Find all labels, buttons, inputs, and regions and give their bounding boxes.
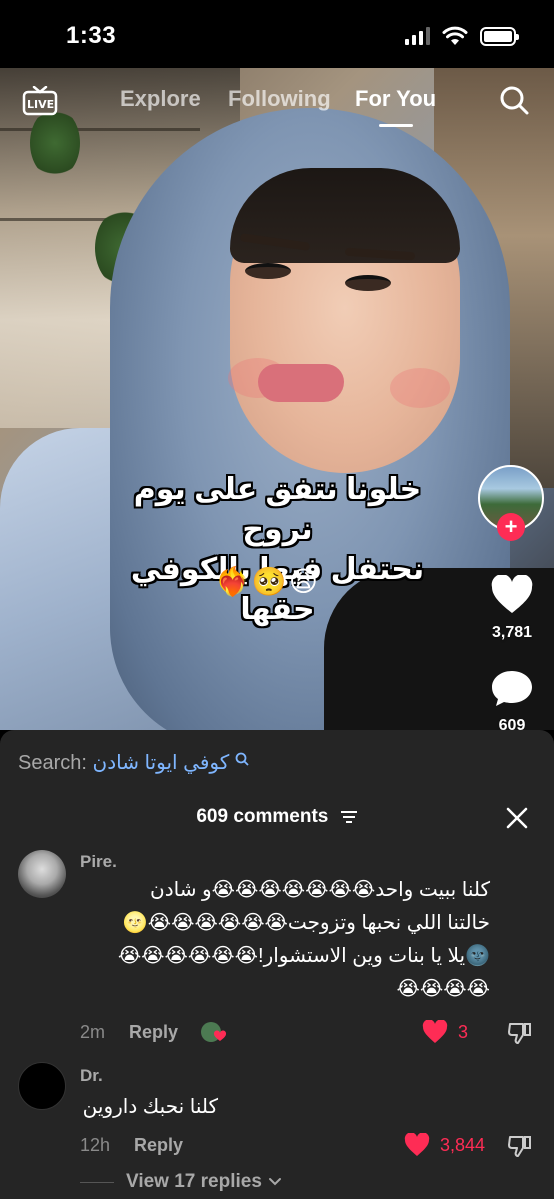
comment-like-button[interactable]: 3,844	[404, 1133, 485, 1157]
comment-line: 🌚يلا يا بنات وين الاستشوار!😭😭😭😭😭😭	[117, 945, 490, 967]
like-button[interactable]: 3,781	[484, 574, 540, 642]
comment-button[interactable]: 609	[484, 668, 540, 735]
cellular-signal-icon	[405, 27, 430, 45]
view-replies-button[interactable]: View 17 replies	[126, 1171, 282, 1193]
reply-button[interactable]: Reply	[134, 1135, 183, 1156]
caption-line-1: خلونا نتفق على يوم نروح	[133, 473, 422, 546]
creator-liked-avatar	[200, 1021, 228, 1043]
lips	[258, 364, 344, 402]
comment-line: كلنا ببيت واحد😭😭😭😭😭😭😭و شادن	[150, 879, 490, 901]
comment-line: 😭😭😭😭	[396, 978, 490, 1000]
cheek-right	[390, 368, 450, 408]
search-label: Search:	[18, 752, 87, 774]
tab-explore[interactable]: Explore	[120, 86, 201, 112]
view-replies-label: View 17 replies	[126, 1171, 262, 1192]
video-player[interactable]	[0, 68, 554, 730]
comment-like-count: 3,844	[440, 1134, 486, 1155]
comment-like-button[interactable]: 3	[422, 1020, 468, 1044]
close-icon[interactable]	[503, 804, 531, 832]
active-tab-indicator	[379, 124, 413, 127]
comment-time: 2m	[80, 1021, 106, 1042]
reply-button[interactable]: Reply	[129, 1022, 178, 1043]
dislike-icon[interactable]	[507, 1020, 533, 1046]
search-suggestion[interactable]: Search: كوفي ايوتا شادن	[18, 750, 249, 775]
comment-time: 12h	[80, 1135, 111, 1155]
commenter-avatar[interactable]	[18, 1062, 66, 1110]
comment-like-count: 3	[458, 1021, 469, 1042]
comment-username[interactable]: Pire.	[80, 852, 117, 872]
status-bar: 1:33	[0, 0, 554, 68]
filter-icon[interactable]	[340, 810, 358, 824]
eye-right	[345, 275, 391, 291]
heart-icon	[491, 574, 533, 613]
status-time: 1:33	[66, 22, 117, 49]
commenter-avatar[interactable]	[18, 850, 66, 898]
comment-line: كلنا نحبك داروين	[82, 1096, 218, 1118]
eye-left	[245, 263, 291, 279]
creator-avatar[interactable]: +	[478, 465, 544, 541]
comment-meta: 2m Reply	[80, 1021, 228, 1043]
comment-username[interactable]: Dr.	[80, 1066, 103, 1086]
replies-divider	[80, 1182, 114, 1183]
tab-following[interactable]: Following	[228, 86, 331, 112]
comment-bubble-icon	[492, 671, 532, 706]
battery-icon	[480, 26, 519, 46]
search-term: كوفي ايوتا شادن	[92, 752, 230, 774]
comments-header: 609 comments	[0, 806, 554, 828]
heart-filled-icon	[404, 1133, 430, 1156]
plant	[30, 108, 80, 178]
comments-sheet: Search: كوفي ايوتا شادن 609 comments Pir…	[0, 730, 554, 1199]
wifi-icon	[442, 26, 468, 45]
search-icon[interactable]	[498, 84, 530, 116]
chevron-down-icon	[268, 1178, 281, 1186]
tab-for-you[interactable]: For You	[355, 86, 436, 112]
shelf-line	[0, 128, 200, 131]
comment-text: كلنا نحبك داروين	[70, 1091, 218, 1124]
comment-text: كلنا ببيت واحد😭😭😭😭😭😭😭و شادن خالتنا اللي …	[70, 874, 490, 1006]
comments-count: 609 comments	[196, 806, 329, 827]
heart-filled-icon	[422, 1020, 448, 1043]
video-caption: خلونا نتفق على يوم نروح نحتفل فيها بالكو…	[95, 470, 460, 630]
search-small-icon	[235, 752, 249, 766]
live-icon[interactable]: LIVE	[22, 85, 58, 116]
caption-emojis: ❤️‍🔥🥺😩	[215, 566, 320, 597]
comment-meta: 12h Reply	[80, 1135, 183, 1156]
comment-line: خالتنا اللي نحبها وتزوجت😭😭😭😭😭😭🌝	[122, 912, 490, 934]
like-count: 3,781	[491, 624, 533, 641]
status-icons	[405, 26, 519, 46]
live-label: LIVE	[27, 98, 55, 111]
dislike-icon[interactable]	[507, 1133, 533, 1159]
follow-button[interactable]: +	[497, 513, 525, 541]
